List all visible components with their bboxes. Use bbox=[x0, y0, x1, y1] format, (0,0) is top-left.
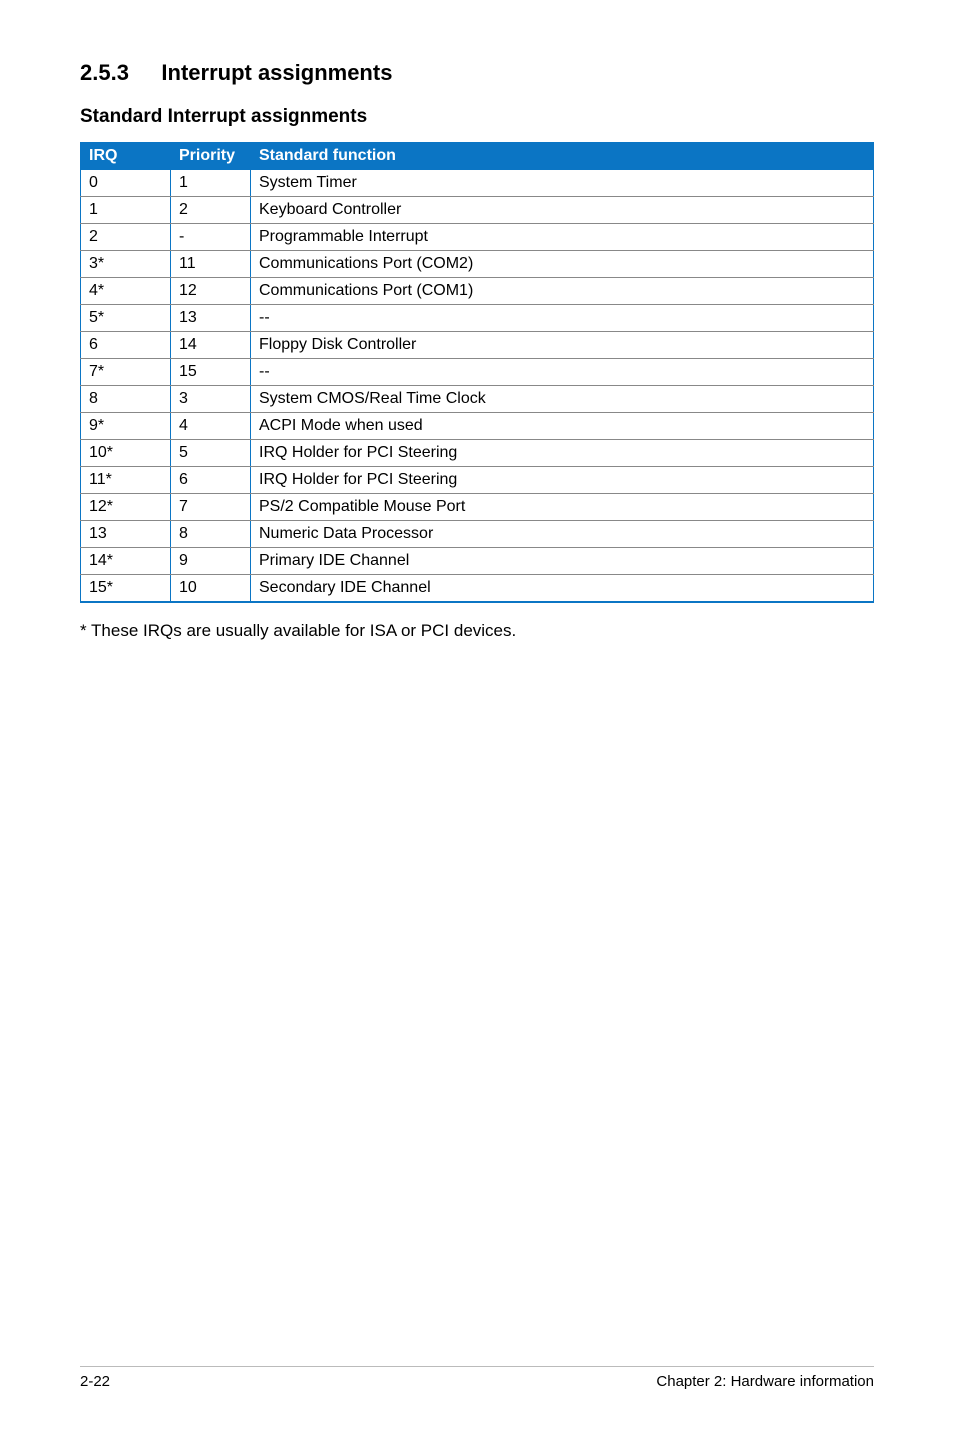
interrupt-table: IRQ Priority Standard function 01System … bbox=[80, 142, 874, 603]
footer-page-number: 2-22 bbox=[80, 1373, 110, 1390]
cell-priority: 4 bbox=[171, 413, 251, 440]
cell-priority: 10 bbox=[171, 575, 251, 603]
header-irq: IRQ bbox=[81, 143, 171, 170]
table-row: 614Floppy Disk Controller bbox=[81, 332, 874, 359]
cell-priority: 9 bbox=[171, 548, 251, 575]
table-header-row: IRQ Priority Standard function bbox=[81, 143, 874, 170]
cell-irq: 5* bbox=[81, 305, 171, 332]
table-row: 83System CMOS/Real Time Clock bbox=[81, 386, 874, 413]
cell-irq: 2 bbox=[81, 224, 171, 251]
section-number: 2.5.3 bbox=[80, 60, 129, 86]
cell-func: -- bbox=[251, 305, 874, 332]
table-row: 12Keyboard Controller bbox=[81, 197, 874, 224]
page-footer: 2-22 Chapter 2: Hardware information bbox=[80, 1366, 874, 1390]
cell-priority: 7 bbox=[171, 494, 251, 521]
cell-priority: 15 bbox=[171, 359, 251, 386]
cell-priority: 12 bbox=[171, 278, 251, 305]
cell-irq: 9* bbox=[81, 413, 171, 440]
cell-priority: 6 bbox=[171, 467, 251, 494]
cell-func: Numeric Data Processor bbox=[251, 521, 874, 548]
cell-irq: 13 bbox=[81, 521, 171, 548]
cell-irq: 3* bbox=[81, 251, 171, 278]
table-row: 15*10Secondary IDE Channel bbox=[81, 575, 874, 603]
cell-priority: 3 bbox=[171, 386, 251, 413]
cell-priority: 1 bbox=[171, 170, 251, 197]
cell-func: Floppy Disk Controller bbox=[251, 332, 874, 359]
cell-irq: 15* bbox=[81, 575, 171, 603]
cell-priority: 14 bbox=[171, 332, 251, 359]
table-row: 11*6IRQ Holder for PCI Steering bbox=[81, 467, 874, 494]
table-row: 2-Programmable Interrupt bbox=[81, 224, 874, 251]
cell-irq: 7* bbox=[81, 359, 171, 386]
header-priority: Priority bbox=[171, 143, 251, 170]
cell-irq: 6 bbox=[81, 332, 171, 359]
cell-irq: 0 bbox=[81, 170, 171, 197]
cell-priority: - bbox=[171, 224, 251, 251]
header-function: Standard function bbox=[251, 143, 874, 170]
cell-priority: 11 bbox=[171, 251, 251, 278]
table-row: 12*7PS/2 Compatible Mouse Port bbox=[81, 494, 874, 521]
cell-func: System Timer bbox=[251, 170, 874, 197]
cell-func: ACPI Mode when used bbox=[251, 413, 874, 440]
cell-priority: 13 bbox=[171, 305, 251, 332]
table-row: 7*15-- bbox=[81, 359, 874, 386]
cell-priority: 8 bbox=[171, 521, 251, 548]
cell-func: -- bbox=[251, 359, 874, 386]
cell-func: Primary IDE Channel bbox=[251, 548, 874, 575]
cell-irq: 12* bbox=[81, 494, 171, 521]
cell-func: Communications Port (COM2) bbox=[251, 251, 874, 278]
cell-func: Secondary IDE Channel bbox=[251, 575, 874, 603]
cell-priority: 2 bbox=[171, 197, 251, 224]
cell-func: System CMOS/Real Time Clock bbox=[251, 386, 874, 413]
cell-func: Communications Port (COM1) bbox=[251, 278, 874, 305]
table-row: 01System Timer bbox=[81, 170, 874, 197]
table-row: 5*13-- bbox=[81, 305, 874, 332]
footer-chapter: Chapter 2: Hardware information bbox=[656, 1373, 874, 1390]
cell-irq: 4* bbox=[81, 278, 171, 305]
cell-func: IRQ Holder for PCI Steering bbox=[251, 440, 874, 467]
cell-irq: 14* bbox=[81, 548, 171, 575]
cell-func: Programmable Interrupt bbox=[251, 224, 874, 251]
cell-irq: 8 bbox=[81, 386, 171, 413]
table-row: 10*5IRQ Holder for PCI Steering bbox=[81, 440, 874, 467]
cell-irq: 11* bbox=[81, 467, 171, 494]
cell-func: IRQ Holder for PCI Steering bbox=[251, 467, 874, 494]
footnote-text: * These IRQs are usually available for I… bbox=[80, 621, 874, 641]
section-title: Interrupt assignments bbox=[161, 60, 392, 86]
cell-irq: 1 bbox=[81, 197, 171, 224]
cell-func: Keyboard Controller bbox=[251, 197, 874, 224]
table-row: 14*9Primary IDE Channel bbox=[81, 548, 874, 575]
section-heading: 2.5.3 Interrupt assignments bbox=[80, 60, 874, 86]
table-row: 138Numeric Data Processor bbox=[81, 521, 874, 548]
table-subheading: Standard Interrupt assignments bbox=[80, 106, 874, 128]
cell-irq: 10* bbox=[81, 440, 171, 467]
table-row: 4*12Communications Port (COM1) bbox=[81, 278, 874, 305]
cell-func: PS/2 Compatible Mouse Port bbox=[251, 494, 874, 521]
cell-priority: 5 bbox=[171, 440, 251, 467]
table-row: 9*4ACPI Mode when used bbox=[81, 413, 874, 440]
table-row: 3*11Communications Port (COM2) bbox=[81, 251, 874, 278]
